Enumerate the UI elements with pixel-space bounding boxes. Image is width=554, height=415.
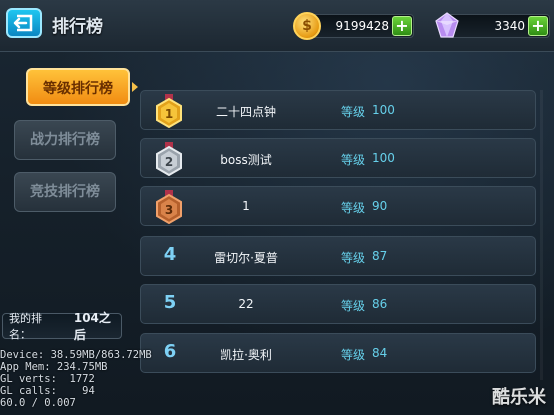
add-gold-button[interactable]: + [392, 16, 412, 36]
back-arrow-icon [13, 14, 33, 32]
ranking-row[interactable]: 1 二十四点钟 等级 100 [140, 90, 536, 130]
top-bar: 排行榜 9199428 + $ 3340 + [0, 0, 554, 52]
debug-gl-verts: GL verts: 1772 [0, 373, 95, 385]
level-label: 等级 [341, 105, 366, 119]
debug-overlay: Device: 38.59MB/863.72MB App Mem: 234.75M… [0, 349, 152, 409]
tab-power-ranking[interactable]: 战力排行榜 [14, 120, 116, 160]
debug-gl-calls: GL calls: 94 [0, 385, 95, 397]
ranking-row[interactable]: 5 22 等级 86 [140, 284, 536, 324]
page-title: 排行榜 [52, 17, 103, 37]
player-level: 84 [372, 346, 388, 360]
debug-fps: 60.0 / 0.007 [0, 397, 76, 409]
player-name: 1 [242, 199, 250, 213]
svg-text:3: 3 [165, 203, 173, 217]
player-name: 二十四点钟 [215, 105, 276, 119]
back-button[interactable] [6, 8, 42, 38]
tab-arena-ranking[interactable]: 竞技排行榜 [14, 172, 116, 212]
level-label: 等级 [341, 251, 366, 265]
player-level: 86 [372, 297, 388, 311]
svg-text:2: 2 [165, 155, 173, 169]
player-name: boss测试 [220, 153, 272, 167]
debug-device-mem: Device: 38.59MB/863.72MB [0, 349, 152, 361]
ranking-row[interactable]: 2 boss测试 等级 100 [140, 138, 536, 178]
player-level: 100 [372, 103, 395, 117]
gem-amount: 3340 [494, 19, 525, 33]
crystal-gem-icon [435, 12, 459, 38]
my-rank-label: 我的排名： [9, 312, 42, 341]
active-tab-arrow-icon [132, 82, 138, 92]
gem-counter: 3340 + [446, 14, 550, 38]
player-level: 87 [372, 249, 388, 263]
level-label: 等级 [341, 201, 366, 215]
player-name: 22 [238, 297, 254, 311]
level-label: 等级 [341, 153, 366, 167]
player-level: 100 [372, 151, 395, 165]
player-level: 90 [372, 199, 388, 213]
list-scrollbar[interactable] [540, 90, 543, 380]
tab-level-ranking[interactable]: 等级排行榜 [26, 68, 130, 106]
level-label: 等级 [341, 299, 366, 313]
ranking-row[interactable]: 4 雷切尔·夏普 等级 87 [140, 236, 536, 276]
ranking-row[interactable]: 3 1 等级 90 [140, 186, 536, 226]
debug-app-mem: App Mem: 234.75MB [0, 361, 108, 373]
add-gems-button[interactable]: + [528, 16, 548, 36]
watermark: 酷乐米 [492, 387, 546, 408]
svg-text:1: 1 [165, 107, 173, 121]
player-name: 雷切尔·夏普 [214, 251, 278, 265]
ranking-row[interactable]: 6 凯拉·奥利 等级 84 [140, 333, 536, 373]
level-label: 等级 [341, 348, 366, 362]
my-rank-box: 我的排名： 104之后 [2, 311, 122, 342]
my-rank-value: 104之后 [73, 311, 111, 342]
gold-coin-icon: $ [293, 12, 321, 40]
player-name: 凯拉·奥利 [220, 348, 272, 362]
gold-amount: 9199428 [335, 19, 389, 33]
